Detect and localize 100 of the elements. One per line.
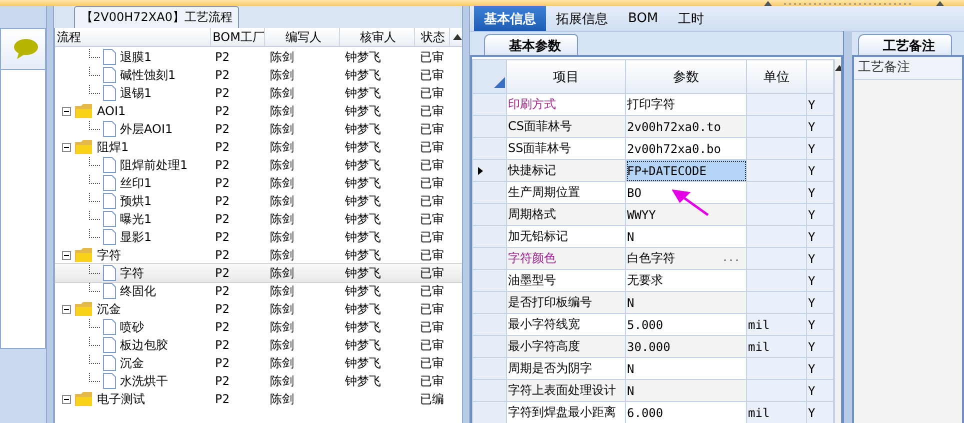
node-label: 阻焊前处理1 bbox=[120, 156, 188, 174]
document-icon bbox=[103, 85, 116, 101]
collapse-icon[interactable] bbox=[62, 304, 71, 314]
tree-row[interactable]: 丝印1 P2 陈剑 钟梦飞 已审 bbox=[55, 174, 462, 192]
table-cell-text: 陈剑 bbox=[269, 84, 295, 102]
tree-row[interactable]: 终固化 P2 陈剑 钟梦飞 已审 bbox=[55, 282, 462, 300]
table-cell-text: P2 bbox=[214, 86, 230, 100]
tree-row[interactable]: 预烘1 P2 陈剑 钟梦飞 已审 bbox=[55, 192, 462, 210]
table-cell[interactable]: N bbox=[627, 230, 634, 244]
table-cell-text: P2 bbox=[214, 392, 230, 406]
table-cell: 钟梦飞 bbox=[345, 374, 381, 388]
tree-row[interactable]: 水洗烘干 P2 陈剑 钟梦飞 已审 bbox=[55, 372, 462, 390]
table-cell-text: P2 bbox=[214, 194, 230, 208]
table-cell: 钟梦飞 bbox=[345, 68, 381, 82]
tab[interactable]: 基本信息 bbox=[474, 6, 546, 31]
table-cell-text: P2 bbox=[214, 230, 230, 244]
tab[interactable]: 工艺备注 bbox=[858, 34, 952, 55]
table-cell: 钟梦飞 bbox=[345, 284, 381, 298]
scrollbar[interactable] bbox=[834, 59, 841, 423]
table-cell[interactable]: N bbox=[627, 296, 634, 310]
column-header[interactable]: 编写人 bbox=[265, 28, 340, 46]
scroll-up-icon[interactable] bbox=[453, 34, 462, 40]
table-cell: mil bbox=[748, 318, 770, 332]
table-cell[interactable]: BO bbox=[627, 186, 642, 200]
table-cell-text: 陈剑 bbox=[269, 210, 295, 228]
tree-row[interactable]: 阻焊1 P2 陈剑 钟梦飞 已审 bbox=[55, 138, 462, 156]
collapse-icon[interactable] bbox=[62, 142, 71, 152]
table-cell-text: P2 bbox=[214, 338, 230, 352]
panel-title: 【2V00H72XA0】工艺流程 bbox=[74, 6, 240, 28]
tab[interactable]: 工时 bbox=[668, 6, 714, 31]
tree-row[interactable]: 沉金 P2 陈剑 钟梦飞 已审 bbox=[55, 300, 462, 318]
tab[interactable]: BOM bbox=[618, 6, 668, 31]
tree-row[interactable]: AOI1 P2 陈剑 钟梦飞 已审 bbox=[55, 102, 462, 120]
ellipsis-button[interactable]: ... bbox=[716, 253, 746, 264]
table-cell[interactable]: WWYY bbox=[627, 208, 656, 222]
table-cell: Y bbox=[808, 340, 816, 354]
column-header[interactable]: 流程 bbox=[55, 28, 211, 46]
tree-row[interactable]: 显影1 P2 陈剑 钟梦飞 已审 bbox=[55, 228, 462, 246]
tab[interactable]: 拓展信息 bbox=[546, 6, 618, 31]
table-cell[interactable]: 5.000 bbox=[627, 318, 664, 332]
tree-row[interactable]: 曝光1 P2 陈剑 钟梦飞 已审 bbox=[55, 210, 462, 228]
tree-row[interactable]: 碱性蚀刻1 P2 陈剑 钟梦飞 已审 bbox=[55, 66, 462, 84]
node-label: 退锡1 bbox=[120, 84, 152, 102]
tree-row[interactable]: 喷砂 P2 陈剑 钟梦飞 已审 bbox=[55, 318, 462, 336]
column-header[interactable]: 状态 bbox=[415, 28, 450, 46]
table-cell[interactable]: N bbox=[627, 362, 634, 376]
table-cell: 字符上表面处理设计 bbox=[508, 383, 616, 397]
collapse-icon[interactable] bbox=[62, 250, 71, 260]
table-cell: 钟梦飞 bbox=[345, 212, 381, 226]
table-cell-text: 已审 bbox=[419, 336, 445, 354]
tree-row[interactable]: 电子测试 P2 陈剑 已编 bbox=[55, 390, 462, 408]
column-header[interactable]: 参数 bbox=[673, 70, 699, 84]
table-cell: 钟梦飞 bbox=[345, 302, 381, 316]
tree-row[interactable]: 字符 P2 陈剑 钟梦飞 已审 bbox=[55, 264, 462, 282]
column-header[interactable]: 项目 bbox=[553, 70, 579, 84]
tree-row[interactable]: 退锡1 P2 陈剑 钟梦飞 已审 bbox=[55, 84, 462, 102]
table-cell: 最小字符线宽 bbox=[508, 317, 580, 331]
table-cell-text: 已审 bbox=[419, 120, 445, 138]
node-label: 显影1 bbox=[120, 228, 152, 246]
table-cell: 字符到焊盘最小距离 bbox=[508, 405, 616, 419]
table-cell-text: 已审 bbox=[419, 84, 445, 102]
table-cell-text: P2 bbox=[214, 158, 230, 172]
node-label: 丝印1 bbox=[120, 174, 152, 192]
panel-header: 工艺备注 bbox=[858, 60, 910, 75]
table-cell[interactable]: 白色字符 bbox=[627, 250, 675, 267]
tree-row[interactable]: 退膜1 P2 陈剑 钟梦飞 已审 bbox=[55, 48, 462, 66]
collapse-icon[interactable] bbox=[62, 394, 71, 404]
folder-icon bbox=[75, 302, 93, 316]
splitter-grip-icon[interactable] bbox=[764, 0, 944, 6]
column-header[interactable]: BOM工厂 bbox=[210, 28, 266, 46]
document-icon bbox=[103, 355, 116, 371]
table-cell-text: P2 bbox=[214, 122, 230, 136]
table-cell-text: 已编 bbox=[419, 390, 445, 408]
tab[interactable]: 基本参数 bbox=[484, 34, 578, 55]
table-cell: 加无铅标记 bbox=[508, 229, 568, 243]
table-cell: Y bbox=[808, 230, 816, 244]
node-label: 电子测试 bbox=[97, 390, 145, 408]
table-cell[interactable]: 6.000 bbox=[627, 406, 664, 420]
collapse-icon[interactable] bbox=[62, 106, 71, 116]
document-icon bbox=[103, 175, 116, 191]
node-label: 终固化 bbox=[120, 282, 156, 300]
document-icon bbox=[103, 373, 116, 389]
table-cell-text: 陈剑 bbox=[269, 174, 295, 192]
tree-row[interactable]: 阻焊前处理1 P2 陈剑 钟梦飞 已审 bbox=[55, 156, 462, 174]
tree-row[interactable]: 板边包胶 P2 陈剑 钟梦飞 已审 bbox=[55, 336, 462, 354]
tree-row[interactable]: 沉金 P2 陈剑 钟梦飞 已审 bbox=[55, 354, 462, 372]
tree-row[interactable]: 字符 P2 陈剑 钟梦飞 已审 bbox=[55, 246, 462, 264]
table-cell[interactable]: N bbox=[627, 384, 634, 398]
table-cell-text: 已审 bbox=[419, 174, 445, 192]
table-cell-text: 陈剑 bbox=[269, 120, 295, 138]
column-header[interactable]: 单位 bbox=[764, 70, 790, 84]
document-icon bbox=[103, 283, 116, 299]
column-header[interactable]: 核审人 bbox=[340, 28, 416, 46]
table-cell-text: P2 bbox=[214, 302, 230, 316]
table-cell-text: 陈剑 bbox=[269, 354, 295, 372]
tree-row[interactable]: 外层AOI1 P2 陈剑 钟梦飞 已审 bbox=[55, 120, 462, 138]
table-cell-text: 已审 bbox=[419, 282, 445, 300]
table-cell-text: P2 bbox=[214, 104, 230, 118]
node-label: 预烘1 bbox=[120, 192, 152, 210]
table-cell-text: 已审 bbox=[419, 354, 445, 372]
